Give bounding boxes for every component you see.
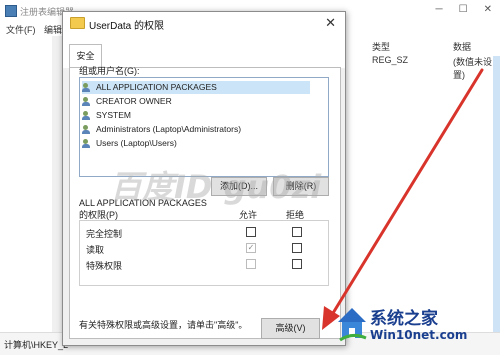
house-logo-icon bbox=[338, 308, 367, 342]
logo-line2: Win10net.com bbox=[370, 328, 468, 342]
logo-line1: 系统之家 bbox=[370, 309, 438, 329]
site-logo: 系统之家 Win10net.com bbox=[336, 296, 500, 354]
